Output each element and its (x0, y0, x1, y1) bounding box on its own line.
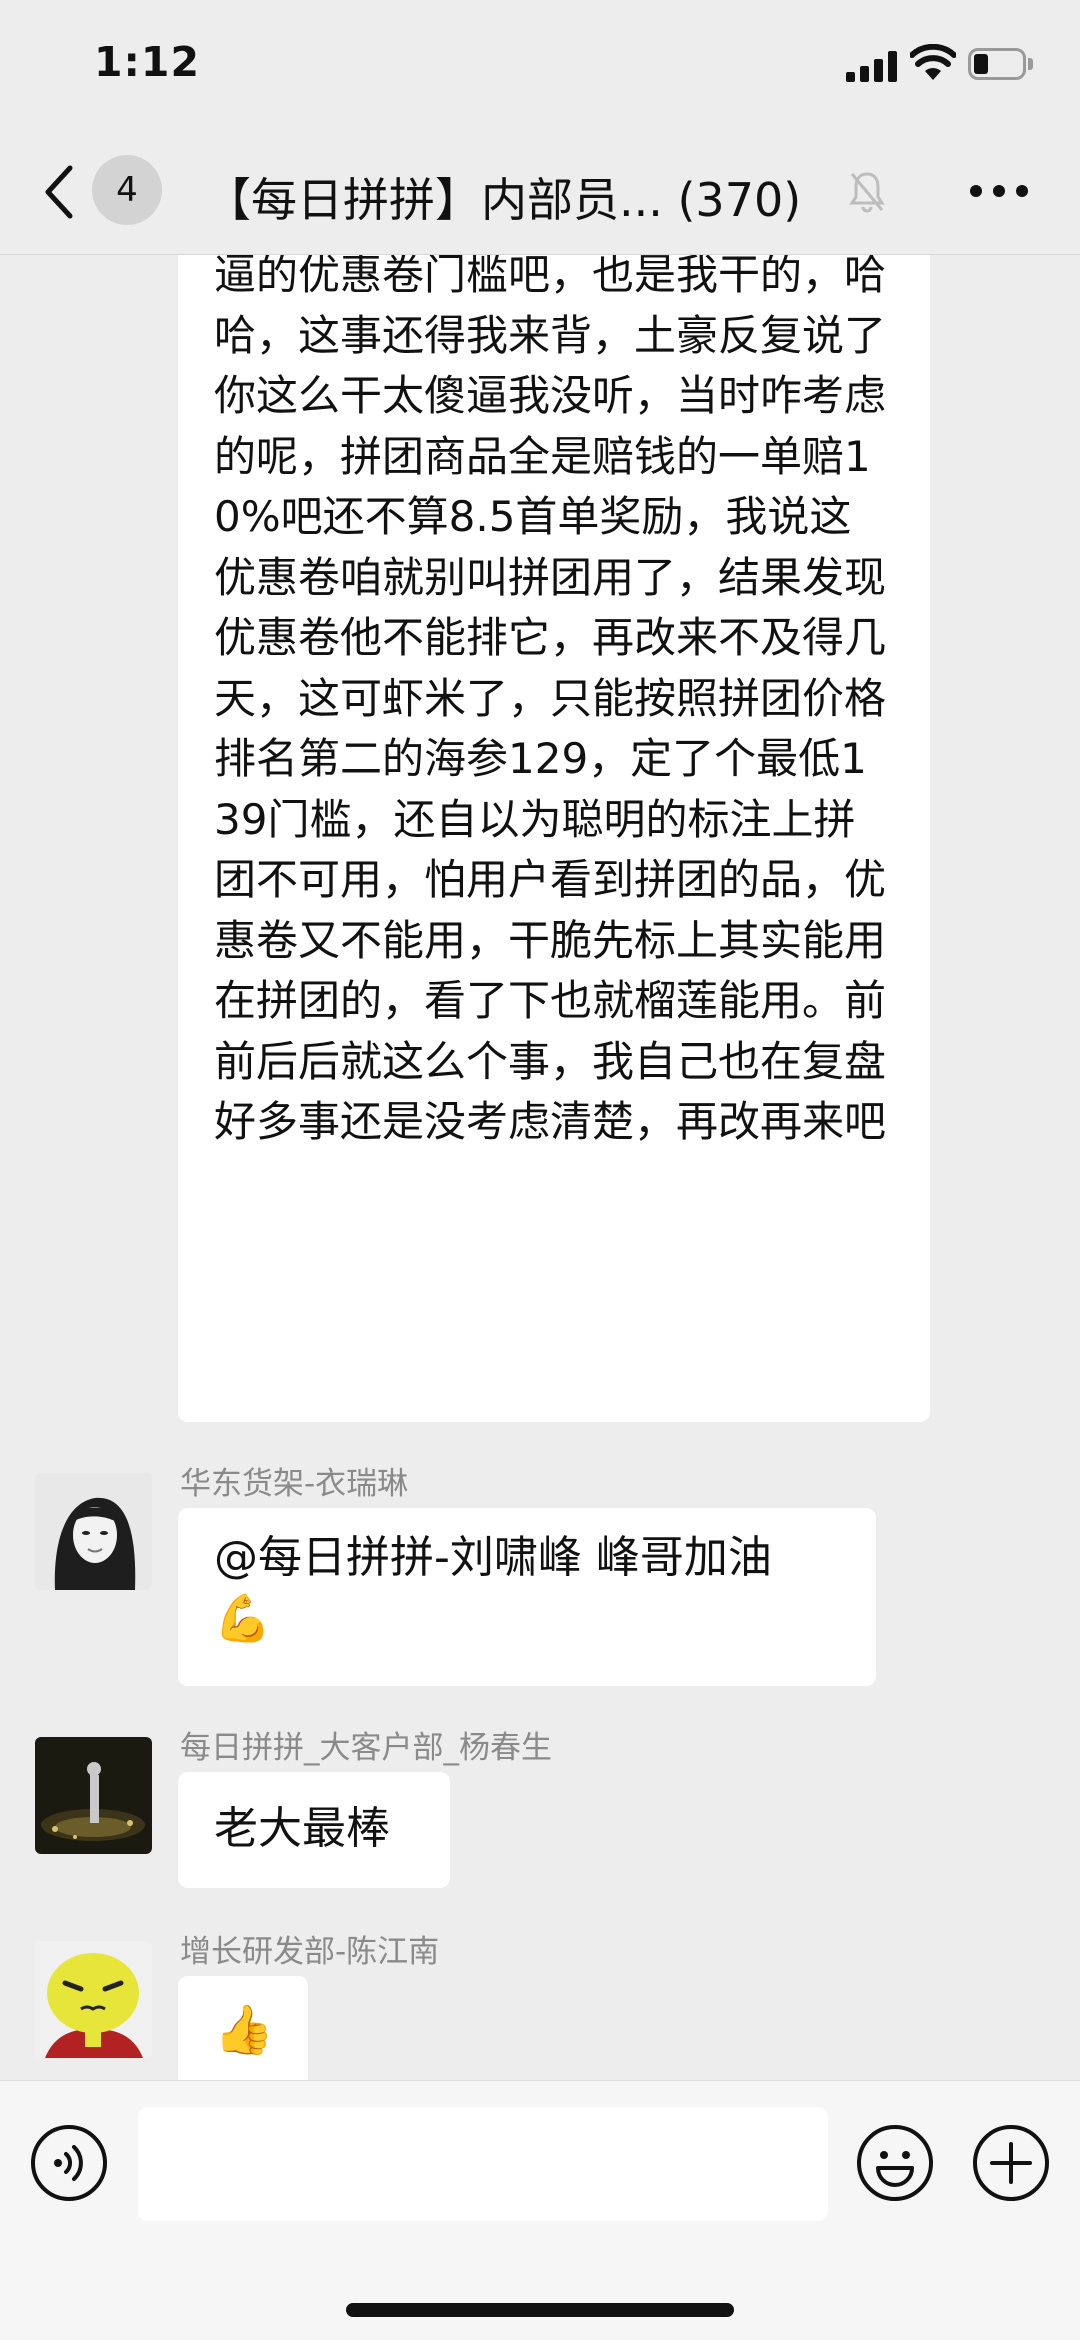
input-bar (0, 2080, 1080, 2340)
cellular-signal-icon (846, 50, 898, 82)
chat-message-list[interactable]: 逼的优惠卷门槛吧，也是我干的，哈哈，这事还得我来背，土豪反复说了你这么干太傻逼我… (0, 255, 1080, 2080)
thumbs-up-emoji: 👍 (214, 2002, 274, 2058)
voice-icon[interactable] (30, 2124, 108, 2202)
message-bubble[interactable]: 老大最棒 (178, 1772, 450, 1888)
chat-header: 4 【每日拼拼】内部员... (370) (0, 130, 1080, 255)
battery-icon (968, 48, 1036, 82)
message-bubble[interactable]: 👍 (178, 1976, 308, 2080)
message-text: 老大最棒 (214, 1803, 390, 1854)
emoji-icon[interactable] (856, 2124, 934, 2202)
sender-name: 每日拼拼_大客户部_杨春生 (180, 1730, 552, 1766)
message-input[interactable] (138, 2107, 828, 2221)
bell-off-icon (849, 172, 885, 213)
wifi-icon (910, 44, 956, 80)
chevron-left-icon[interactable] (40, 164, 80, 220)
message-bubble[interactable]: @每日拼拼-刘啸峰 峰哥加油 💪 (178, 1508, 876, 1686)
message-text: 逼的优惠卷门槛吧，也是我干的，哈哈，这事还得我来背，土豪反复说了你这么干太傻逼我… (214, 255, 887, 1146)
sender-name: 增长研发部-陈江南 (180, 1934, 440, 1970)
sender-name: 华东货架-衣瑞琳 (180, 1466, 409, 1502)
plus-icon[interactable] (972, 2124, 1050, 2202)
avatar[interactable] (35, 1941, 152, 2058)
message-text: @每日拼拼-刘啸峰 峰哥加油 (214, 1532, 772, 1583)
avatar[interactable] (35, 1473, 152, 1590)
status-time: 1:12 (94, 38, 200, 86)
status-bar: 1:12 (0, 0, 1080, 130)
ellipsis-icon[interactable] (970, 185, 1028, 199)
avatar[interactable] (35, 1737, 152, 1854)
flexed-biceps-emoji: 💪 (214, 1591, 272, 1645)
home-indicator (346, 2303, 734, 2317)
chat-title[interactable]: 【每日拼拼】内部员... (370) (205, 164, 801, 230)
message-bubble[interactable]: 逼的优惠卷门槛吧，也是我干的，哈哈，这事还得我来背，土豪反复说了你这么干太傻逼我… (178, 255, 930, 1422)
unread-count-badge[interactable]: 4 (92, 155, 162, 225)
